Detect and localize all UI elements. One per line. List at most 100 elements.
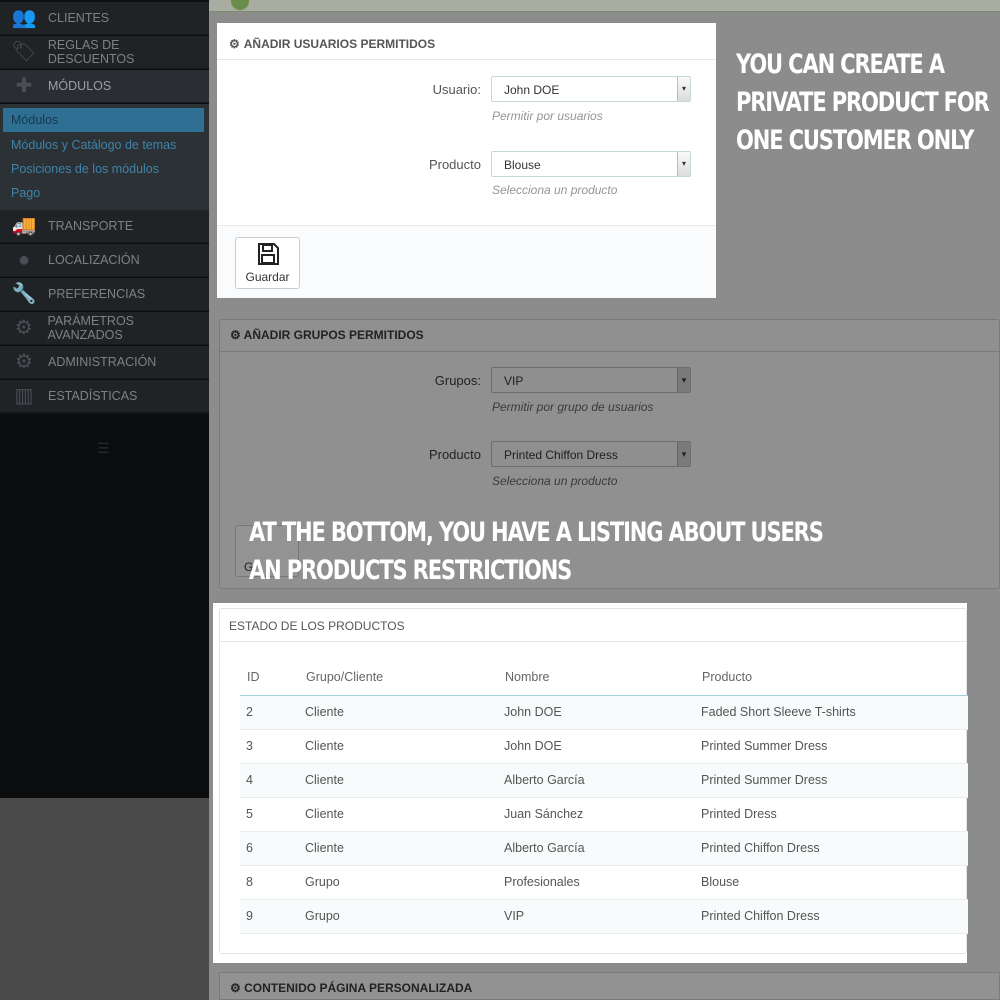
sidebar-item-transporte[interactable]: 🚚 Transporte	[0, 210, 209, 243]
save-button[interactable]: Guardar	[235, 237, 300, 289]
table-row[interactable]: 6 Cliente Alberto García Printed Chiffon…	[240, 831, 968, 866]
sidebar-item-modulos[interactable]: ✚ Módulos	[0, 70, 209, 103]
cell-product: Printed Summer Dress	[695, 763, 968, 798]
submenu-item-modulos[interactable]: Módulos	[3, 108, 204, 132]
cell-product: Printed Dress	[695, 797, 968, 832]
truck-icon: 🚚	[11, 215, 37, 237]
status-panel-inner: Estado de los productos ID Grupo/Cliente…	[219, 608, 968, 954]
cell-id: 8	[240, 865, 299, 900]
cell-id: 4	[240, 763, 299, 798]
chevron-down-icon: ▾	[677, 77, 690, 101]
cell-type: Cliente	[299, 831, 498, 866]
caption-private-product: You can create a private product for one…	[736, 46, 990, 160]
cell-type: Cliente	[299, 797, 498, 832]
status-table: ID Grupo/Cliente Nombre Producto 2 Clien…	[240, 659, 968, 934]
groups-help: Permitir por grupo de usuarios	[492, 400, 654, 414]
sidebar-item-descuentos[interactable]: 🏷 Reglas de descuentos	[0, 36, 209, 69]
users-panel-header: ⚙ Añadir usuarios permitidos	[217, 23, 716, 60]
table-row[interactable]: 5 Cliente Juan Sánchez Printed Dress	[240, 797, 968, 832]
sidebar: 👥 Clientes 🏷 Reglas de descuentos ✚ Módu…	[0, 0, 209, 798]
chevron-down-icon: ▾	[677, 152, 690, 176]
submenu-label: Módulos	[11, 113, 59, 127]
cell-product: Printed Chiffon Dress	[695, 899, 968, 934]
table-row[interactable]: 9 Grupo VIP Printed Chiffon Dress	[240, 899, 968, 934]
gears-icon: ⚙	[229, 37, 240, 51]
sidebar-filler	[0, 415, 209, 798]
table-row[interactable]: 3 Cliente John DOE Printed Summer Dress	[240, 729, 968, 764]
sidebar-item-label: Estadísticas	[48, 389, 138, 403]
cell-name: Juan Sánchez	[498, 797, 695, 832]
status-panel: Estado de los productos ID Grupo/Cliente…	[213, 603, 968, 963]
sidebar-item-administracion[interactable]: ⚙ Administración	[0, 346, 209, 379]
submenu-item-posiciones[interactable]: Posiciones de los módulos	[3, 157, 204, 181]
users-icon: 👥	[11, 7, 37, 29]
sidebar-item-localizacion[interactable]: ● Localización	[0, 244, 209, 277]
bar-chart-icon: ▥	[14, 385, 34, 407]
column-header-producto[interactable]: Producto	[695, 659, 968, 696]
gears-icon: ⚙	[230, 328, 241, 342]
user-label: Usuario:	[432, 82, 481, 97]
cell-name: VIP	[498, 899, 695, 934]
user-select[interactable]: John DOE ▾	[491, 76, 691, 102]
caption-line: one customer only	[736, 125, 974, 156]
submenu-item-catalogo[interactable]: Módulos y Catálogo de temas	[3, 133, 204, 157]
table-row[interactable]: 2 Cliente John DOE Faded Short Sleeve T-…	[240, 695, 968, 730]
column-header-nombre[interactable]: Nombre	[498, 659, 695, 696]
column-header-grupo-cliente[interactable]: Grupo/Cliente	[299, 659, 498, 696]
sidebar-item-parametros[interactable]: ⚙ Parámetros avanzados	[0, 312, 209, 345]
column-header-id[interactable]: ID	[240, 659, 299, 696]
groups-panel-header: ⚙ Añadir grupos permitidos	[220, 320, 999, 352]
groups-product-label: Producto	[428, 447, 481, 462]
sidebar-item-label: Parámetros avanzados	[47, 314, 135, 342]
sidebar-item-label: Transporte	[48, 219, 134, 233]
sidebar-item-label: Preferencias	[48, 287, 146, 301]
save-button-label: Guardar	[245, 270, 290, 284]
sidebar-item-estadisticas[interactable]: ▥ Estadísticas	[0, 380, 209, 413]
cell-name: Alberto García	[498, 831, 695, 866]
product-help: Selecciona un producto	[492, 183, 618, 197]
cell-id: 2	[240, 695, 299, 730]
table-row[interactable]: 4 Cliente Alberto García Printed Summer …	[240, 763, 968, 798]
product-label: Producto	[428, 157, 481, 172]
groups-select[interactable]: VIP	[491, 367, 691, 393]
table-header-row: ID Grupo/Cliente Nombre Producto	[240, 659, 968, 696]
groups-product-select[interactable]: Printed Chiffon Dress	[491, 441, 691, 467]
sidebar-item-label: Módulos	[48, 79, 112, 93]
modules-submenu: Módulos Módulos y Catálogo de temas Posi…	[0, 104, 209, 210]
cell-type: Grupo	[299, 899, 498, 934]
sidebar-item-label: Localización	[48, 253, 140, 267]
cell-product: Blouse	[695, 865, 968, 900]
cell-name: Profesionales	[498, 865, 695, 900]
cell-product: Faded Short Sleeve T-shirts	[695, 695, 968, 730]
cell-name: John DOE	[498, 695, 695, 730]
cell-type: Cliente	[299, 695, 498, 730]
product-select[interactable]: Blouse ▾	[491, 151, 691, 177]
cell-product: Printed Summer Dress	[695, 729, 968, 764]
gears-icon: ⚙	[14, 317, 33, 339]
success-alert	[209, 0, 1000, 12]
cell-id: 9	[240, 899, 299, 934]
floppy-disk-icon	[257, 243, 279, 265]
user-select-value: John DOE	[504, 83, 560, 97]
table-row[interactable]: 8 Grupo Profesionales Blouse	[240, 865, 968, 900]
cell-product: Printed Chiffon Dress	[695, 831, 968, 866]
gears-icon: ⚙	[230, 981, 241, 995]
puzzle-icon: ✚	[15, 75, 33, 97]
status-panel-title: Estado de los productos	[220, 609, 966, 642]
submenu-item-pago[interactable]: Pago	[3, 181, 204, 205]
groups-panel-title: Añadir grupos permitidos	[243, 328, 424, 342]
sidebar-item-preferencias[interactable]: 🔧 Preferencias	[0, 278, 209, 311]
collapse-menu-icon[interactable]: ☰	[97, 440, 110, 457]
sidebar-item-label: Administración	[48, 355, 157, 369]
groups-product-help: Selecciona un producto	[492, 474, 618, 488]
sidebar-item-label: Reglas de descuentos	[47, 38, 135, 66]
custom-page-panel-title: Contenido página personalizada	[244, 981, 473, 995]
tag-icon: 🏷	[11, 41, 37, 63]
caption-listing: At the bottom, you have a listing about …	[249, 514, 824, 590]
caption-line: At the bottom, you have a listing about …	[249, 517, 824, 548]
product-select-value: Blouse	[504, 158, 541, 172]
sidebar-item-clientes[interactable]: 👥 Clientes	[0, 2, 209, 35]
users-panel-footer: Guardar	[217, 225, 716, 298]
wrench-icon: 🔧	[11, 283, 37, 305]
cell-name: John DOE	[498, 729, 695, 764]
